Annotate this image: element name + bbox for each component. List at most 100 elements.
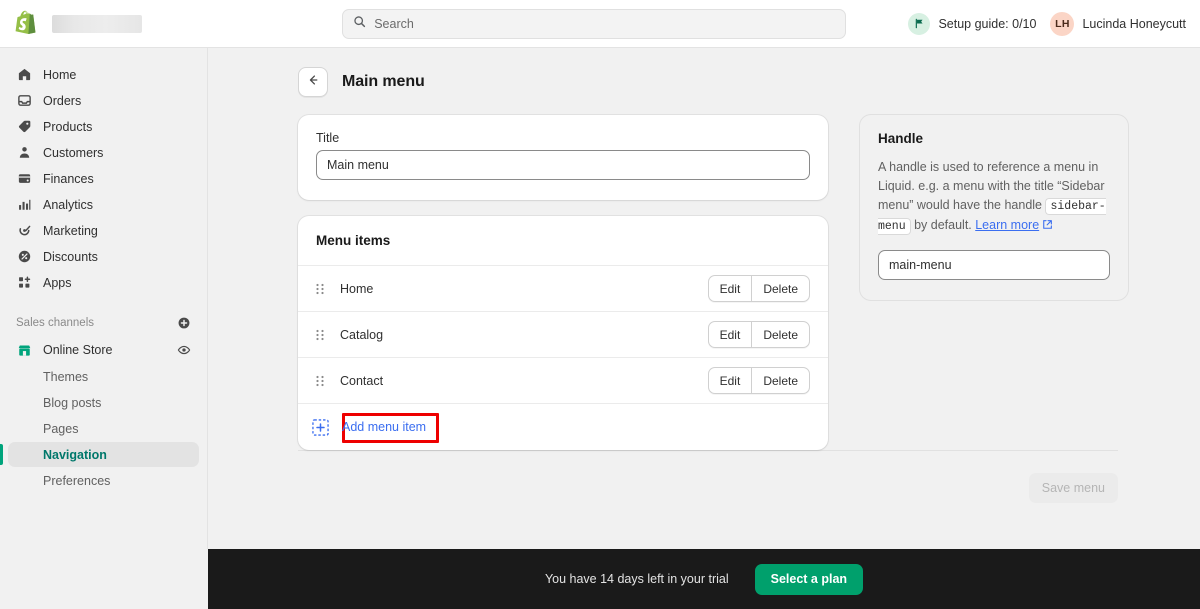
external-link-icon [1042, 217, 1053, 236]
sidebar-item-customers[interactable]: Customers [8, 140, 199, 165]
sidebar: Home Orders Products Customers Finances [0, 48, 208, 609]
sidebar-item-label: Apps [43, 275, 72, 290]
delete-button[interactable]: Delete [751, 367, 810, 394]
home-icon [16, 67, 32, 83]
megaphone-target-icon [16, 223, 32, 239]
circle-plus-icon[interactable] [177, 316, 191, 330]
dashed-plus-icon [312, 418, 329, 436]
menu-items-header: Menu items [298, 216, 828, 265]
sidebar-item-label: Analytics [43, 197, 94, 212]
add-menu-item-link[interactable]: Add menu item [342, 420, 426, 434]
handle-description: A handle is used to reference a menu in … [878, 158, 1110, 236]
shopify-logo[interactable] [14, 9, 40, 38]
store-name-redacted[interactable] [52, 14, 142, 33]
page-title: Main menu [342, 73, 425, 90]
menu-item-name: Home [340, 281, 374, 296]
handle-input[interactable] [878, 250, 1110, 280]
sidebar-item-label: Finances [43, 171, 94, 186]
edit-button[interactable]: Edit [707, 275, 752, 302]
delete-button[interactable]: Delete [751, 275, 810, 302]
row-actions: Edit Delete [707, 321, 810, 348]
sidebar-item-online-store[interactable]: Online Store [8, 337, 199, 363]
sidebar-item-label: Blog posts [43, 395, 102, 410]
eye-icon[interactable] [177, 343, 191, 357]
sidebar-item-marketing[interactable]: Marketing [8, 218, 199, 243]
discount-badge-icon [16, 249, 32, 265]
select-plan-button[interactable]: Select a plan [754, 563, 864, 595]
setup-guide-button[interactable]: Setup guide: 0/10 [908, 12, 1037, 35]
sidebar-item-pages[interactable]: Pages [8, 416, 199, 441]
drag-handle-icon[interactable] [315, 328, 325, 342]
sidebar-item-label: Products [43, 119, 93, 134]
title-input[interactable] [316, 150, 810, 180]
sidebar-item-analytics[interactable]: Analytics [8, 192, 199, 217]
drag-handle-icon[interactable] [315, 374, 325, 388]
back-button[interactable] [298, 67, 328, 97]
sidebar-item-themes[interactable]: Themes [8, 364, 199, 389]
person-icon [16, 145, 32, 161]
sidebar-item-home[interactable]: Home [8, 62, 199, 87]
edit-button[interactable]: Edit [707, 321, 752, 348]
right-column: Handle A handle is used to reference a m… [860, 115, 1128, 450]
row-actions: Edit Delete [707, 367, 810, 394]
sidebar-item-label: Themes [43, 369, 89, 384]
edit-button[interactable]: Edit [707, 367, 752, 394]
table-row: Home Edit Delete [298, 265, 828, 311]
learn-more-link[interactable]: Learn more [975, 218, 1039, 232]
sidebar-item-label: Preferences [43, 473, 111, 488]
sales-channels-title: Sales channels [16, 317, 94, 329]
sidebar-item-apps[interactable]: Apps [8, 270, 199, 295]
top-bar: Search Setup guide: 0/10 LH Lucinda Hone… [0, 0, 1200, 48]
table-row: Contact Edit Delete [298, 357, 828, 403]
sidebar-item-label: Marketing [43, 223, 98, 238]
menu-items-title: Menu items [316, 233, 391, 248]
shopify-admin-app: Search Setup guide: 0/10 LH Lucinda Hone… [0, 0, 1200, 609]
trial-bar-left-pad [0, 549, 208, 609]
handle-card: Handle A handle is used to reference a m… [860, 115, 1128, 300]
flag-icon [908, 12, 931, 35]
sidebar-item-preferences[interactable]: Preferences [8, 468, 199, 493]
sidebar-item-blog-posts[interactable]: Blog posts [8, 390, 199, 415]
sidebar-item-label: Discounts [43, 249, 98, 264]
page-header: Main menu [208, 48, 1200, 97]
orders-inbox-icon [16, 93, 32, 109]
sidebar-item-label: Pages [43, 421, 79, 436]
user-menu-button[interactable]: LH Lucinda Honeycutt [1050, 11, 1186, 36]
menu-item-name: Contact [340, 373, 384, 388]
handle-desc-part2: by default. [910, 218, 976, 232]
menu-item-name: Catalog [340, 327, 384, 342]
add-menu-item-row[interactable]: Add menu item [298, 403, 828, 450]
search-icon [353, 15, 366, 33]
sidebar-item-label: Customers [43, 145, 104, 160]
arrow-left-icon [306, 73, 320, 92]
main-content: Main menu Title Menu items [208, 48, 1200, 549]
sidebar-item-navigation[interactable]: Navigation [0, 442, 199, 467]
search-input[interactable]: Search [342, 8, 847, 39]
save-menu-button[interactable]: Save menu [1028, 473, 1118, 503]
footer-actions: Save menu [298, 450, 1118, 503]
sidebar-item-finances[interactable]: Finances [8, 166, 199, 191]
setup-guide-label: Setup guide: 0/10 [938, 16, 1037, 31]
handle-title: Handle [878, 131, 924, 146]
sidebar-item-orders[interactable]: Orders [8, 88, 199, 113]
row-actions: Edit Delete [707, 275, 810, 302]
wallet-icon [16, 171, 32, 187]
table-row: Catalog Edit Delete [298, 311, 828, 357]
product-tag-icon [16, 119, 32, 135]
drag-handle-icon[interactable] [315, 282, 325, 296]
title-card: Title [298, 115, 828, 200]
brand-area [0, 9, 280, 38]
trial-banner: You have 14 days left in your trial Sele… [208, 549, 1200, 609]
left-column: Title Menu items [298, 115, 828, 450]
search-wrap: Search [280, 8, 908, 39]
storefront-icon [16, 342, 32, 358]
delete-button[interactable]: Delete [751, 321, 810, 348]
avatar: LH [1050, 11, 1075, 36]
sidebar-item-products[interactable]: Products [8, 114, 199, 139]
sales-channels-header: Sales channels [16, 313, 191, 333]
sidebar-item-label: Home [43, 67, 77, 82]
sidebar-item-label: Online Store [43, 343, 113, 357]
sidebar-item-label: Navigation [43, 447, 107, 462]
sidebar-item-label: Orders [43, 93, 82, 108]
sidebar-item-discounts[interactable]: Discounts [8, 244, 199, 269]
